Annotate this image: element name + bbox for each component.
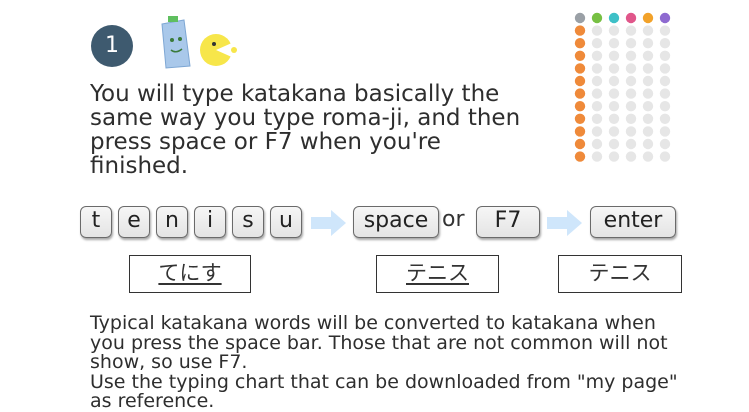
key-n: n <box>156 206 188 238</box>
katakana-final-box: テニス <box>558 255 682 293</box>
right-arrow-icon <box>547 208 583 238</box>
katakana-converted-text: テニス <box>406 261 469 285</box>
key-e: e <box>118 206 150 238</box>
hiragana-result-text: てにす <box>158 261 221 285</box>
katakana-converted-box: テニス <box>376 255 499 293</box>
intro-paragraph: You will type katakana basically the sam… <box>90 82 530 178</box>
hiragana-result-box: てにす <box>129 255 251 293</box>
space-key: space <box>353 206 439 238</box>
katakana-typing-chart-icon <box>573 10 673 170</box>
right-arrow-icon <box>311 208 347 238</box>
step-number-badge: 1 <box>91 25 133 67</box>
f7-key: F7 <box>476 206 540 238</box>
key-t: t <box>80 206 112 238</box>
key-u: u <box>270 206 302 238</box>
enter-key: enter <box>590 206 676 238</box>
explanation-paragraph: Typical katakana words will be converted… <box>90 314 690 412</box>
explanation-line-2: Use the typing chart that can be downloa… <box>90 371 678 412</box>
katakana-final-text: テニス <box>589 261 652 285</box>
mascot-illustration-icon <box>160 14 240 70</box>
key-s: s <box>232 206 264 238</box>
key-i: i <box>194 206 226 238</box>
or-label: or <box>442 206 465 234</box>
explanation-line-1: Typical katakana words will be converted… <box>90 312 668 373</box>
